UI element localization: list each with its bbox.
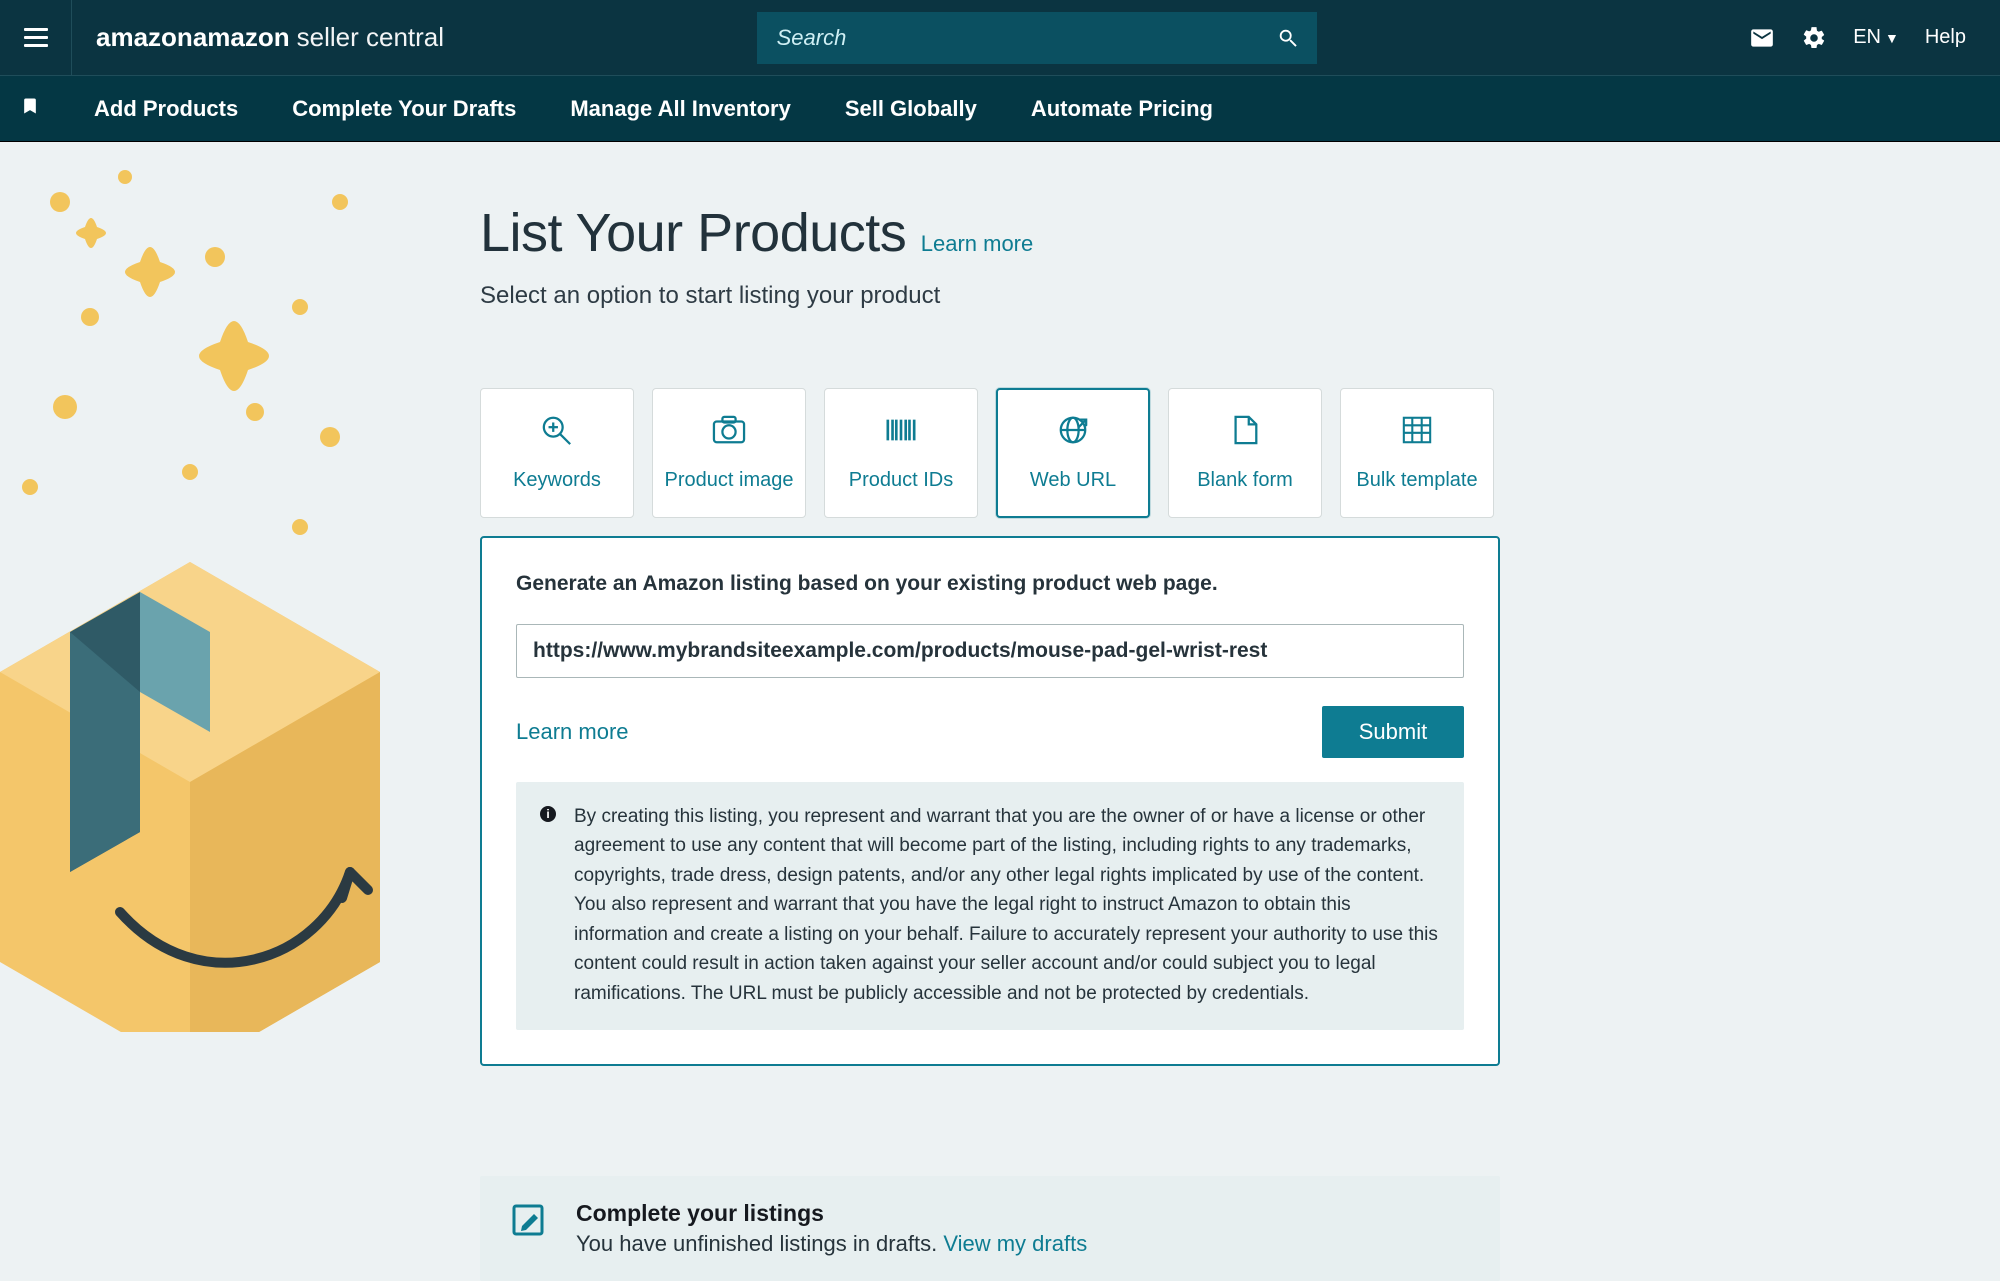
banner-subtext-static: You have unfinished listings in drafts.: [576, 1231, 937, 1256]
topbar: amazonamazon seller central EN ▼ Help: [0, 0, 2000, 76]
legal-notice: i By creating this listing, you represen…: [516, 782, 1464, 1030]
option-label: Product image: [665, 469, 794, 492]
chevron-down-icon: ▼: [1885, 30, 1899, 46]
hamburger-icon: [24, 36, 48, 39]
barcode-icon: [882, 414, 920, 451]
panel-description: Generate an Amazon listing based on your…: [516, 572, 1464, 596]
option-keywords[interactable]: Keywords: [480, 388, 634, 518]
globe-icon: [1054, 414, 1092, 451]
search-input[interactable]: [757, 12, 1317, 64]
option-web-url[interactable]: Web URL: [996, 388, 1150, 518]
edit-document-icon: [508, 1200, 548, 1245]
option-label: Blank form: [1197, 469, 1293, 492]
nav-manage-inventory[interactable]: Manage All Inventory: [570, 96, 790, 122]
option-label: Keywords: [513, 469, 601, 492]
learn-more-panel[interactable]: Learn more: [516, 719, 629, 745]
option-bulk-template[interactable]: Bulk template: [1340, 388, 1494, 518]
banner-text: Complete your listings You have unfinish…: [576, 1200, 1087, 1257]
view-drafts-link[interactable]: View my drafts: [943, 1231, 1087, 1256]
brand-first: amazonamazon: [96, 22, 290, 53]
main-column: List Your Products Learn more Select an …: [480, 202, 1500, 1281]
page-subtitle: Select an option to start listing your p…: [480, 282, 1500, 310]
nav-complete-drafts[interactable]: Complete Your Drafts: [292, 96, 516, 122]
submit-button[interactable]: Submit: [1322, 706, 1464, 758]
listing-option-cards: Keywords Product image Product IDs Web U…: [480, 388, 1500, 518]
file-icon: [1226, 414, 1264, 451]
option-product-image[interactable]: Product image: [652, 388, 806, 518]
option-product-ids[interactable]: Product IDs: [824, 388, 978, 518]
camera-icon: [710, 414, 748, 451]
settings-button[interactable]: [1801, 25, 1827, 51]
title-row: List Your Products Learn more: [480, 202, 1500, 264]
gear-icon: [1801, 25, 1827, 51]
nav-add-products[interactable]: Add Products: [94, 96, 238, 122]
option-label: Web URL: [1030, 469, 1116, 492]
drafts-banner: Complete your listings You have unfinish…: [480, 1176, 1500, 1281]
legal-notice-text: By creating this listing, you represent …: [574, 802, 1440, 1008]
page-title: List Your Products: [480, 203, 906, 263]
nav-automate-pricing[interactable]: Automate Pricing: [1031, 96, 1213, 122]
topbar-right: EN ▼ Help: [1749, 25, 2000, 51]
option-label: Product IDs: [849, 469, 953, 492]
panel-row: Learn more Submit: [516, 706, 1464, 758]
nav-sell-globally[interactable]: Sell Globally: [845, 96, 977, 122]
content: List Your Products Learn more Select an …: [0, 142, 2000, 1281]
learn-more-top[interactable]: Learn more: [921, 231, 1034, 256]
brand-logo[interactable]: amazonamazon seller central: [96, 22, 444, 53]
messages-button[interactable]: [1749, 25, 1775, 51]
url-input[interactable]: [516, 624, 1464, 678]
help-link[interactable]: Help: [1925, 26, 1966, 49]
grid-icon: [1398, 414, 1436, 451]
option-label: Bulk template: [1356, 469, 1477, 492]
language-label: EN: [1853, 26, 1881, 49]
search-zoom-icon: [538, 414, 576, 451]
option-blank-form[interactable]: Blank form: [1168, 388, 1322, 518]
web-url-panel: Generate an Amazon listing based on your…: [480, 536, 1500, 1066]
language-selector[interactable]: EN ▼: [1853, 26, 1899, 49]
decorative-illustration: [0, 132, 430, 1032]
banner-subtext: You have unfinished listings in drafts. …: [576, 1231, 1087, 1257]
brand-second: seller central: [297, 22, 444, 53]
secondary-nav: Add Products Complete Your Drafts Manage…: [0, 76, 2000, 142]
search-button[interactable]: [1259, 12, 1317, 64]
search-wrap: [757, 12, 1317, 64]
mail-icon: [1749, 25, 1775, 51]
info-icon: i: [540, 806, 556, 822]
hamburger-menu-button[interactable]: [0, 0, 72, 76]
bookmark-icon[interactable]: [20, 93, 40, 124]
banner-title: Complete your listings: [576, 1200, 1087, 1227]
search-icon: [1277, 27, 1299, 49]
